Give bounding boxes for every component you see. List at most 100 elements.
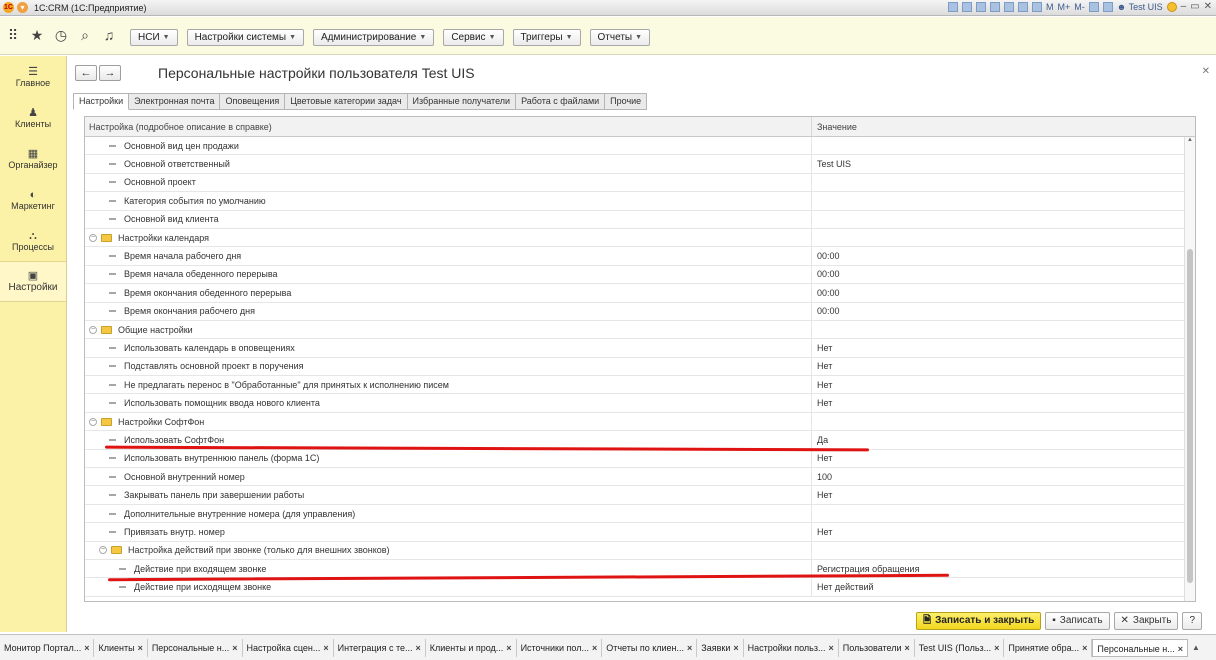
collapse-toggle-icon[interactable]: −: [89, 325, 97, 334]
search-icon[interactable]: ⌕: [78, 28, 92, 42]
menu-nsi[interactable]: НСИ ▼: [130, 29, 178, 46]
table-row[interactable]: Основной проект: [85, 173, 1195, 193]
table-row[interactable]: Использовать календарь в оповещениях Нет: [85, 339, 1195, 358]
window-tab[interactable]: Источники пол... ×: [517, 638, 603, 657]
calc-icon[interactable]: [1032, 1, 1042, 12]
minimize-button[interactable]: –: [1181, 1, 1187, 12]
window-tab[interactable]: Интеграция с те... ×: [334, 638, 426, 657]
bell-icon[interactable]: ♫: [102, 28, 116, 42]
table-row[interactable]: Использовать помощник ввода нового клиен…: [85, 394, 1195, 413]
close-tab-icon[interactable]: ×: [138, 639, 143, 657]
setting-value[interactable]: Да: [812, 431, 1195, 448]
table-row[interactable]: Время окончания рабочего дня 00:00: [85, 302, 1195, 321]
window-tab[interactable]: Клиенты ×: [94, 638, 148, 657]
setting-value[interactable]: Нет действий: [812, 578, 1195, 595]
table-row[interactable]: Время начала обеденного перерыва 00:00: [85, 265, 1195, 285]
grid-icon[interactable]: [948, 1, 958, 12]
tab-notifications[interactable]: Оповещения: [220, 93, 286, 110]
tab-email[interactable]: Электронная почта: [129, 93, 221, 110]
panel-icon[interactable]: [1102, 1, 1113, 12]
table-group-row[interactable]: − Настройки СофтФон: [85, 412, 1195, 432]
setting-value[interactable]: Нет: [812, 394, 1195, 411]
setting-value[interactable]: 00:00: [812, 284, 1195, 301]
sidebar-item-settings[interactable]: ▣ Настройки: [0, 261, 66, 302]
table-row[interactable]: Подставлять основной проект в поручения Н…: [85, 357, 1195, 377]
search-icon[interactable]: [1088, 1, 1099, 12]
column-header-value[interactable]: Значение: [812, 117, 1195, 136]
sidebar-item-organizer[interactable]: ▦ Органайзер: [0, 138, 66, 179]
memory-mplus-button[interactable]: M+: [1058, 2, 1071, 12]
setting-value[interactable]: [812, 211, 1195, 228]
setting-value[interactable]: [812, 542, 1195, 559]
close-window-button[interactable]: ✕: [1204, 1, 1212, 12]
table-row[interactable]: Время начала рабочего дня 00:00: [85, 247, 1195, 266]
table-row[interactable]: Привязать внутр. номер Нет: [85, 523, 1195, 542]
column-header-setting[interactable]: Настройка (подробное описание в справке): [85, 117, 812, 136]
setting-value[interactable]: Нет: [812, 339, 1195, 356]
setting-value[interactable]: [812, 413, 1195, 430]
sidebar-item-main[interactable]: ☰ Главное: [0, 56, 66, 97]
vertical-scrollbar[interactable]: ▲: [1184, 137, 1195, 601]
info-icon[interactable]: [1166, 1, 1177, 12]
close-tab-icon[interactable]: ×: [84, 639, 89, 657]
close-tab-icon[interactable]: ×: [733, 639, 738, 657]
setting-value[interactable]: Нет: [812, 358, 1195, 375]
window-tab[interactable]: Клиенты и прод... ×: [426, 638, 517, 657]
window-tab[interactable]: Test UIS (Польз... ×: [915, 638, 1005, 657]
setting-value[interactable]: 00:00: [812, 303, 1195, 320]
menu-triggers[interactable]: Триггеры ▼: [512, 29, 581, 46]
table-row[interactable]: Основной внутренний номер 100: [85, 468, 1195, 487]
setting-value[interactable]: Нет: [812, 450, 1195, 467]
tab-color-categories[interactable]: Цветовые категории задач: [285, 93, 408, 110]
table-group-row[interactable]: − Настройка действий при звонке (только д…: [85, 541, 1195, 560]
sidebar-item-processes[interactable]: ⛬ Процессы: [0, 220, 66, 261]
window-tab[interactable]: Персональные н... ×: [1092, 638, 1189, 657]
collapse-toggle-icon[interactable]: −: [89, 233, 97, 242]
print-icon[interactable]: [962, 1, 972, 12]
close-tab-icon[interactable]: ×: [592, 639, 597, 657]
sidebar-item-clients[interactable]: ♟ Клиенты: [0, 97, 66, 138]
setting-value[interactable]: [812, 174, 1195, 191]
setting-value[interactable]: Test UIS: [812, 155, 1195, 172]
table-icon[interactable]: [1018, 1, 1028, 12]
window-tab[interactable]: Настройки польз... ×: [744, 638, 839, 657]
close-tab-icon[interactable]: ×: [415, 639, 420, 657]
setting-value[interactable]: 100: [812, 468, 1195, 485]
menu-system-settings[interactable]: Настройки системы ▼: [186, 29, 305, 46]
setting-value[interactable]: [812, 137, 1195, 154]
menu-reports[interactable]: Отчеты ▼: [589, 29, 651, 46]
close-tab-icon[interactable]: ×: [323, 639, 328, 657]
table-row[interactable]: Время окончания обеденного перерыва 00:00: [85, 284, 1195, 303]
close-tab-icon[interactable]: ×: [994, 639, 999, 657]
setting-value[interactable]: 00:00: [812, 266, 1195, 283]
close-tab-icon[interactable]: ×: [1178, 640, 1183, 656]
close-button[interactable]: ✕ Закрыть: [1113, 612, 1179, 630]
maximize-button[interactable]: ▭: [1190, 1, 1199, 12]
tab-other[interactable]: Прочие: [605, 93, 648, 110]
history-icon[interactable]: ◷: [54, 28, 68, 42]
close-tab-icon[interactable]: ×: [905, 639, 910, 657]
table-group-row[interactable]: − Общие настройки: [85, 320, 1195, 340]
close-tab-icon[interactable]: ×: [232, 639, 237, 657]
setting-value[interactable]: Нет: [812, 523, 1195, 540]
star-icon[interactable]: ★: [30, 28, 44, 42]
save-button[interactable]: ▪ Записать: [1045, 612, 1110, 630]
tab-files[interactable]: Работа с файлами: [516, 93, 606, 110]
forward-button[interactable]: →: [99, 65, 121, 81]
scroll-up-icon[interactable]: ▲: [1185, 137, 1195, 147]
tab-favorite-recipients[interactable]: Избранные получатели: [407, 93, 517, 110]
collapse-toggle-icon[interactable]: −: [99, 546, 107, 555]
window-tab[interactable]: Персональные н... ×: [148, 638, 243, 657]
table-row[interactable]: Использовать внутреннюю панель (форма 1С…: [85, 449, 1195, 469]
menu-administration[interactable]: Администрирование ▼: [313, 29, 435, 46]
memory-m-button[interactable]: M: [1046, 2, 1054, 12]
setting-value[interactable]: [812, 321, 1195, 338]
help-button[interactable]: ?: [1182, 612, 1202, 630]
setting-value[interactable]: [812, 229, 1195, 246]
table-row[interactable]: Не предлагать перенос в "Обработанные" д…: [85, 376, 1195, 395]
preview-icon[interactable]: [976, 1, 986, 12]
main-menu-icon[interactable]: ▾: [17, 2, 28, 13]
window-tab[interactable]: Принятие обра... ×: [1004, 638, 1093, 657]
close-tab-icon[interactable]: ×: [687, 639, 692, 657]
window-tab[interactable]: Монитор Портал... ×: [0, 638, 95, 657]
